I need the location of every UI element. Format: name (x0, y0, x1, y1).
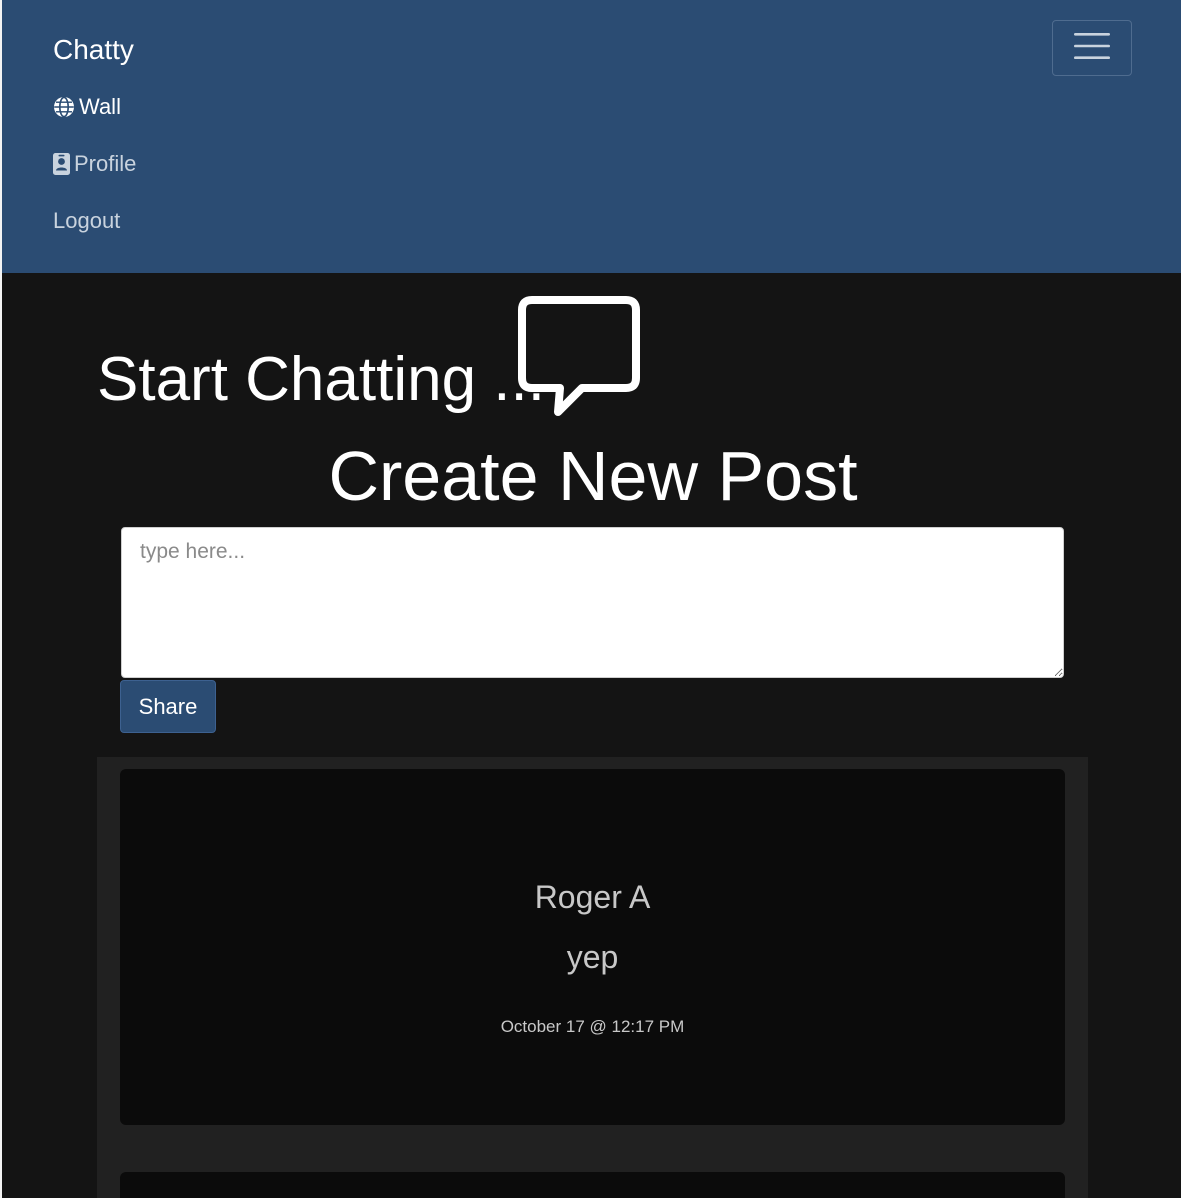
nav-item-profile[interactable]: Profile (53, 149, 136, 179)
nav-item-profile-label: Profile (74, 151, 137, 176)
nav-item-logout[interactable]: Logout (53, 206, 120, 236)
navbar-toggle-button[interactable] (1052, 20, 1132, 76)
globe-icon (53, 96, 75, 118)
post-body: yep (566, 939, 619, 975)
id-card-icon (53, 153, 70, 175)
post-feed: Roger A yep October 17 @ 12:17 PM (97, 757, 1088, 1198)
post-card: Roger A yep October 17 @ 12:17 PM (120, 769, 1065, 1125)
chat-bubble-icon (518, 296, 642, 423)
post-timestamp: October 17 @ 12:17 PM (500, 1017, 685, 1036)
hero-title: Start Chatting ... (97, 345, 545, 414)
nav-item-logout-label: Logout (53, 208, 121, 233)
post-author: Roger A (534, 879, 651, 915)
brand-logo[interactable]: Chatty (53, 32, 134, 68)
nav-item-wall-label: Wall (79, 94, 121, 119)
post-input[interactable] (121, 527, 1064, 678)
top-navbar: Chatty Wall Profile Logout (2, 0, 1181, 273)
nav-item-wall[interactable]: Wall (53, 92, 121, 122)
post-card (120, 1172, 1065, 1198)
share-button[interactable]: Share (120, 680, 216, 733)
create-post-heading: Create New Post (328, 437, 858, 515)
hamburger-menu-icon (1074, 32, 1110, 65)
